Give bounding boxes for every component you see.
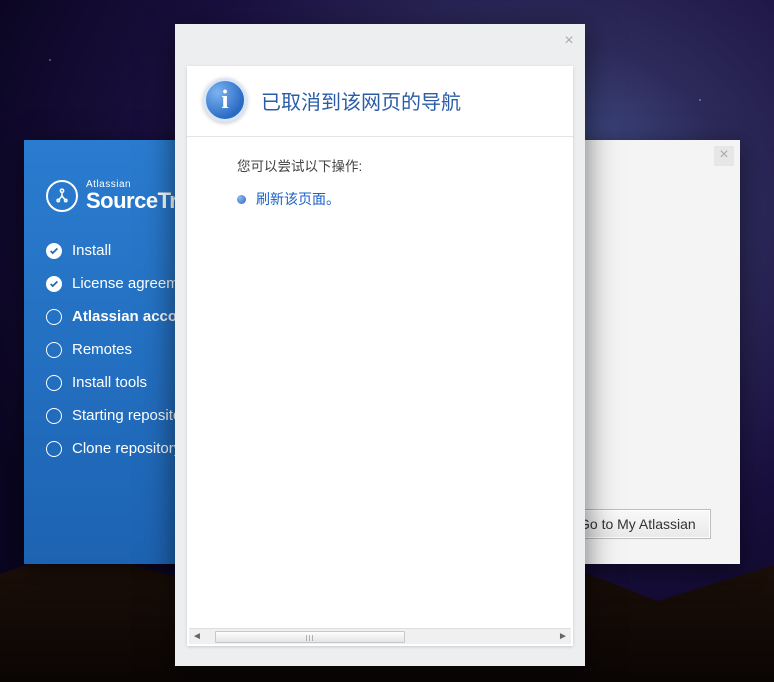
- circle-icon: [46, 408, 62, 424]
- horizontal-scrollbar[interactable]: ◄ ►: [189, 628, 571, 644]
- circle-icon: [46, 441, 62, 457]
- check-icon: [46, 243, 62, 259]
- error-hint: 您可以尝试以下操作:: [237, 155, 557, 175]
- step-label: Install: [72, 242, 111, 259]
- error-header: i 已取消到该网页的导航: [187, 66, 573, 137]
- scroll-track[interactable]: [205, 630, 555, 644]
- step-label: Clone repository: [72, 440, 181, 457]
- circle-icon: [46, 342, 62, 358]
- circle-icon: [46, 309, 62, 325]
- scroll-left-arrow-icon[interactable]: ◄: [189, 630, 205, 644]
- wizard-close-button[interactable]: ×: [714, 146, 734, 166]
- sourcetree-logo-icon: [46, 180, 78, 212]
- error-close-button[interactable]: ×: [559, 32, 579, 52]
- info-icon: i: [203, 78, 247, 122]
- scroll-right-arrow-icon[interactable]: ►: [555, 630, 571, 644]
- go-to-my-atlassian-button[interactable]: Go to My Atlassian: [564, 509, 711, 539]
- circle-icon: [46, 375, 62, 391]
- refresh-link[interactable]: 刷新该页面。: [256, 189, 340, 209]
- error-dialog-body: i 已取消到该网页的导航 您可以尝试以下操作: 刷新该页面。 ◄ ►: [187, 66, 573, 646]
- bullet-icon: [237, 195, 246, 204]
- refresh-row: 刷新该页面。: [237, 189, 557, 209]
- check-icon: [46, 276, 62, 292]
- step-label: Remotes: [72, 341, 132, 358]
- step-label: Install tools: [72, 374, 147, 391]
- error-title: 已取消到该网页的导航: [261, 86, 461, 115]
- error-dialog: × i 已取消到该网页的导航 您可以尝试以下操作: 刷新该页面。 ◄ ►: [175, 24, 585, 666]
- scroll-thumb[interactable]: [215, 631, 405, 643]
